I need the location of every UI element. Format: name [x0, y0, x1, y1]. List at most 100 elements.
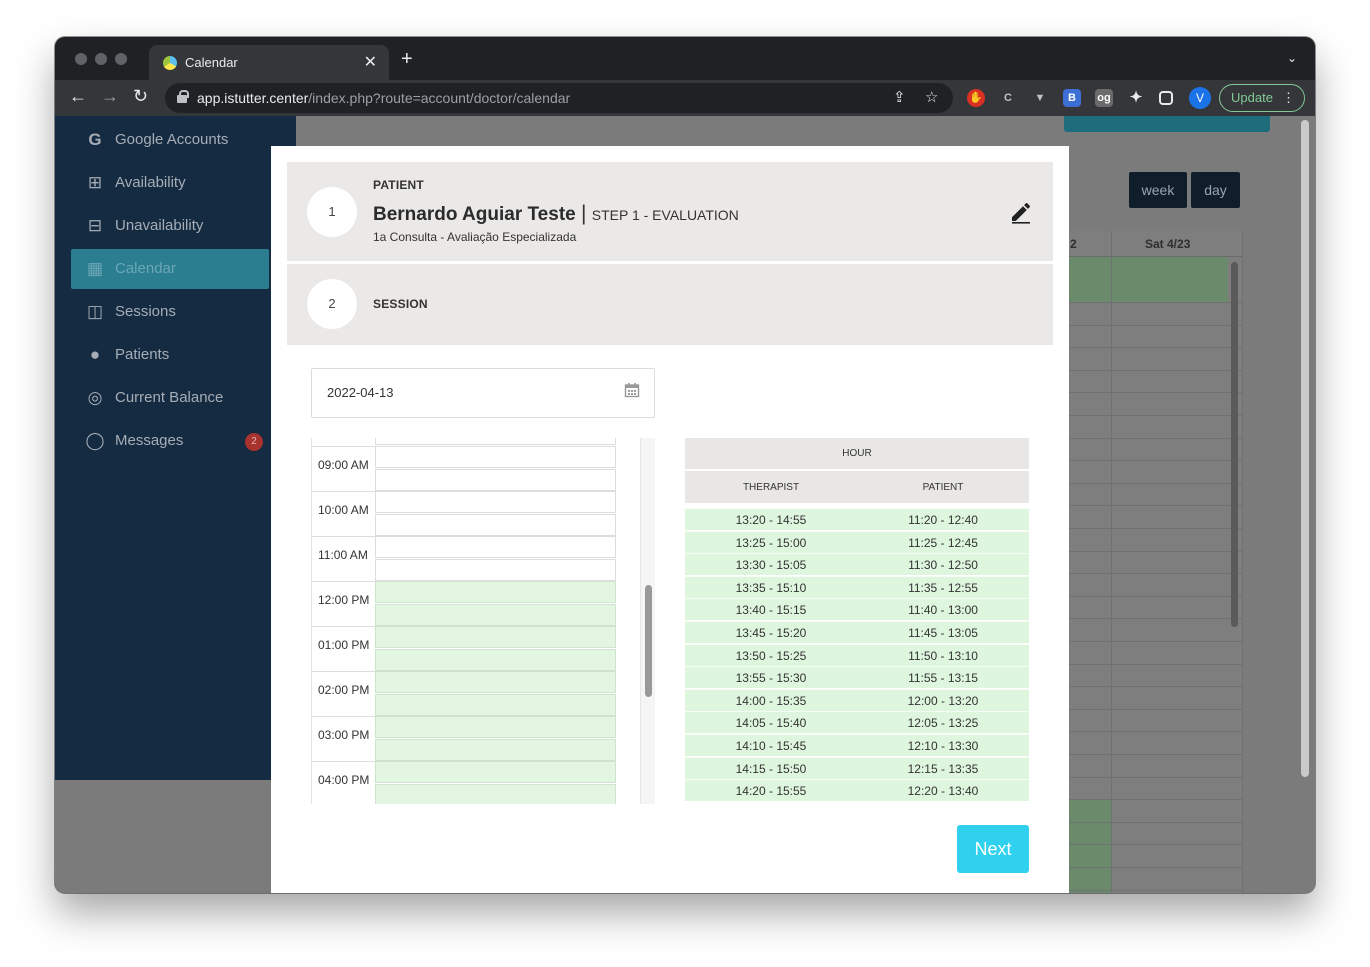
- grid-line: [1068, 415, 1243, 416]
- slot-half-hour[interactable]: [375, 514, 616, 536]
- extension-translate-icon[interactable]: B: [1063, 89, 1081, 107]
- time-slot[interactable]: 09:00 AM: [312, 446, 616, 491]
- therapist-time: 13:45 - 15:20: [735, 626, 807, 640]
- profile-avatar[interactable]: V: [1189, 87, 1211, 109]
- lock-icon[interactable]: [177, 90, 189, 103]
- back-arrow-icon[interactable]: ←: [69, 86, 87, 107]
- update-button[interactable]: Update ⋮: [1219, 84, 1305, 112]
- more-menu-icon[interactable]: ⋮: [1282, 85, 1295, 111]
- page-scrollbar[interactable]: [1301, 120, 1309, 777]
- slot-half-hour[interactable]: [375, 649, 616, 671]
- slot-half-hour[interactable]: [375, 739, 616, 761]
- day-schedule[interactable]: 09:00 AM 10:00 AM 11:00 AM 12:00 PM 01:00 PM…: [311, 438, 656, 804]
- top-action-button[interactable]: [1064, 116, 1270, 132]
- booking-modal: 1 PATIENT Bernardo Aguiar Teste | STEP 1…: [271, 146, 1069, 893]
- calendar-scrollbar[interactable]: [1231, 262, 1238, 627]
- side-panel-icon[interactable]: [1159, 91, 1173, 105]
- calendar-icon[interactable]: [624, 382, 640, 398]
- step-number-1: 1: [307, 187, 357, 237]
- hour-option-row[interactable]: 14:15 - 15:50 12:15 - 13:35: [685, 756, 1029, 779]
- hour-option-row[interactable]: 13:40 - 15:15 11:40 - 13:00: [685, 598, 1029, 621]
- sidebar-item-calendar[interactable]: ▦ Calendar: [71, 249, 269, 289]
- slot-half-hour[interactable]: [375, 559, 616, 581]
- slot-half-hour[interactable]: [375, 581, 616, 603]
- time-slot[interactable]: 03:00 PM: [312, 716, 616, 761]
- slot-half-hour[interactable]: [375, 671, 616, 693]
- day-schedule-scrollbar[interactable]: [640, 438, 655, 804]
- grid-line: [1068, 867, 1243, 868]
- calendar-minus-icon: ⊟: [87, 216, 103, 235]
- slot-half-hour[interactable]: [375, 491, 616, 513]
- grid-line: [1068, 618, 1243, 619]
- hour-option-row[interactable]: 14:00 - 15:35 12:00 - 13:20: [685, 688, 1029, 711]
- hour-option-row[interactable]: 14:10 - 15:45 12:10 - 13:30: [685, 734, 1029, 756]
- slot-half-hour[interactable]: [375, 469, 616, 491]
- browser-tab[interactable]: Calendar ✕: [149, 45, 389, 80]
- hour-option-row[interactable]: 13:55 - 15:30 11:55 - 13:15: [685, 666, 1029, 689]
- edit-pencil-icon[interactable]: [1009, 200, 1033, 224]
- sidebar-item-current-balance[interactable]: ◎ Current Balance: [71, 378, 269, 418]
- hour-option-row[interactable]: 13:50 - 15:25 11:50 - 13:10: [685, 643, 1029, 666]
- share-icon[interactable]: ⇪: [893, 88, 906, 106]
- extensions-puzzle-icon[interactable]: ✦: [1127, 89, 1145, 107]
- hour-option-row[interactable]: 14:20 - 15:55 12:20 - 13:40: [685, 779, 1029, 802]
- time-slot[interactable]: 11:00 AM: [312, 536, 616, 581]
- minimize-window-button[interactable]: [95, 53, 107, 65]
- forward-arrow-icon[interactable]: →: [101, 86, 119, 107]
- slot-half-hour[interactable]: [375, 784, 616, 804]
- sidebar-item-unavailability[interactable]: ⊟ Unavailability: [71, 206, 269, 246]
- day-view-button[interactable]: day: [1191, 172, 1240, 208]
- therapist-time: 14:05 - 15:40: [735, 716, 807, 731]
- tab-strip: Calendar ✕ + ⌄: [55, 37, 1315, 80]
- sidebar-item-sessions[interactable]: ◫ Sessions: [71, 292, 269, 332]
- close-window-button[interactable]: [75, 53, 87, 65]
- extension-v-icon[interactable]: ▼: [1031, 89, 1049, 107]
- slot-half-hour[interactable]: [375, 536, 616, 558]
- hour-header: HOUR: [685, 438, 1029, 470]
- sidebar-item-availability[interactable]: ⊞ Availability: [71, 163, 269, 203]
- calendar-available-block: [1068, 799, 1111, 893]
- hour-option-row[interactable]: 13:20 - 14:55 11:20 - 12:40: [685, 508, 1029, 530]
- close-tab-icon[interactable]: ✕: [364, 52, 377, 72]
- hour-option-row[interactable]: 13:45 - 15:20 11:45 - 13:05: [685, 621, 1029, 643]
- time-slot[interactable]: 01:00 PM: [312, 626, 616, 671]
- hour-option-row[interactable]: 13:30 - 15:05 11:30 - 12:50: [685, 553, 1029, 576]
- grid-line: [1068, 890, 1243, 891]
- hour-option-row[interactable]: 13:35 - 15:10 11:35 - 12:55: [685, 575, 1029, 598]
- address-bar[interactable]: app.istutter.center/index.php?route=acco…: [165, 83, 953, 113]
- grid-line: [1068, 438, 1243, 439]
- slot-half-hour[interactable]: [375, 446, 616, 468]
- bookmark-star-icon[interactable]: ☆: [925, 88, 938, 106]
- date-field[interactable]: 2022-04-13: [311, 368, 655, 418]
- sidebar-item-google-accounts[interactable]: G Google Accounts: [71, 120, 269, 160]
- week-view-button[interactable]: week: [1129, 172, 1187, 208]
- grid-line: [1068, 325, 1243, 326]
- sidebar-item-label: Google Accounts: [115, 131, 229, 148]
- slot-half-hour[interactable]: [375, 716, 616, 738]
- reload-icon[interactable]: ↻: [133, 86, 148, 107]
- tab-search-chevron-icon[interactable]: ⌄: [1287, 51, 1297, 65]
- hour-option-row[interactable]: 14:05 - 15:40 12:05 - 13:25: [685, 711, 1029, 734]
- time-slot[interactable]: 04:00 PM: [312, 761, 616, 804]
- grid-line: [1068, 777, 1243, 778]
- slot-half-hour[interactable]: [375, 626, 616, 648]
- patient-column-header: PATIENT: [922, 482, 964, 493]
- time-slot[interactable]: 02:00 PM: [312, 671, 616, 716]
- extension-c-icon[interactable]: C: [999, 89, 1017, 107]
- grid-line: [1068, 573, 1243, 574]
- time-slot[interactable]: 10:00 AM: [312, 491, 616, 536]
- slot-half-hour[interactable]: [375, 438, 616, 445]
- time-slot[interactable]: 12:00 PM: [312, 581, 616, 626]
- sidebar-item-patients[interactable]: ● Patients: [71, 335, 269, 375]
- next-button[interactable]: Next: [957, 825, 1029, 873]
- extension-stop-icon[interactable]: ✋: [967, 89, 985, 107]
- slot-half-hour[interactable]: [375, 761, 616, 783]
- scrollbar-thumb[interactable]: [645, 585, 652, 697]
- slot-half-hour[interactable]: [375, 604, 616, 626]
- hour-option-row[interactable]: 13:25 - 15:00 11:25 - 12:45: [685, 530, 1029, 553]
- maximize-window-button[interactable]: [115, 53, 127, 65]
- new-tab-icon[interactable]: +: [401, 49, 413, 69]
- slot-half-hour[interactable]: [375, 694, 616, 716]
- extension-og-icon[interactable]: og: [1095, 89, 1113, 107]
- sidebar-item-messages[interactable]: ◯ Messages 2: [71, 421, 269, 461]
